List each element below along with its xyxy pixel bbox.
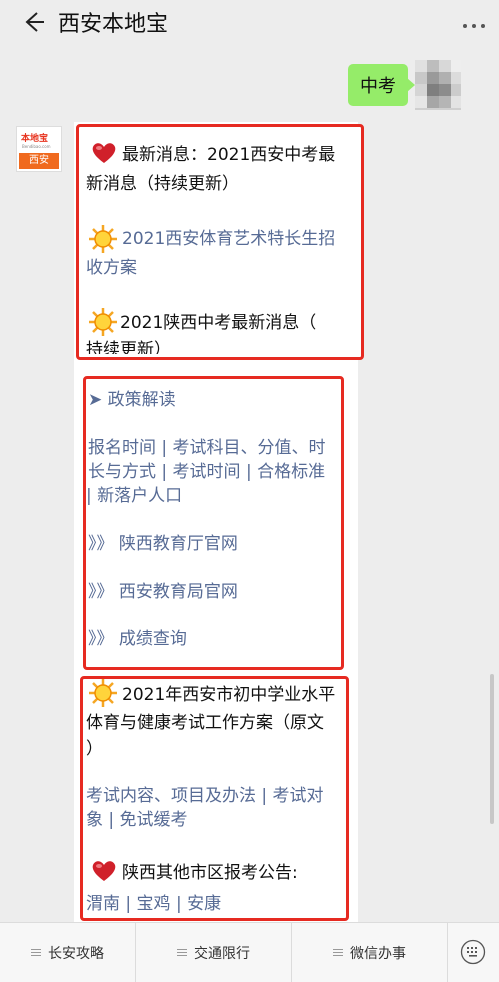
other-cities-links[interactable]: 渭南 | 宝鸡 | 安康 — [86, 892, 221, 916]
exam-plan-a[interactable]: 2021年西安市初中学业水平 — [122, 683, 335, 707]
page-title: 西安本地宝 — [58, 12, 169, 37]
shaanxi-news-a[interactable]: 2021陕西中考最新消息（ — [120, 311, 316, 335]
keyboard-icon[interactable] — [460, 939, 486, 965]
user-avatar — [415, 60, 461, 110]
bot-avatar: 本地宝 Bendibao.com 西安 — [16, 126, 62, 172]
more-dots-icon[interactable] — [463, 24, 485, 28]
policy-links-a[interactable]: 报名时间 | 考试科目、分值、时 — [88, 436, 326, 460]
art-sports-link-b[interactable]: 收方案 — [86, 256, 137, 280]
policy-box — [83, 376, 344, 670]
scrollbar[interactable] — [490, 674, 494, 824]
edu-bureau-link[interactable]: 》》 西安教育局官网 — [88, 580, 238, 604]
exam-content-links-b[interactable]: 象 | 免试缓考 — [86, 808, 188, 832]
heart-icon — [92, 861, 116, 881]
sun-icon — [89, 679, 117, 707]
news-line-1a[interactable]: 最新消息：2021西安中考最 — [122, 143, 335, 167]
exam-content-links-a[interactable]: 考试内容、项目及办法 | 考试对 — [86, 784, 324, 808]
user-message-bubble: 中考 — [348, 64, 415, 106]
menu-tab-traffic[interactable]: 交通限行 — [136, 923, 291, 982]
header: 西安本地宝 — [0, 0, 499, 44]
sun-icon — [89, 308, 117, 336]
policy-links-b[interactable]: 长与方式 | 考试时间 | 合格标准 — [88, 460, 325, 484]
policy-links-c[interactable]: | 新落户人口 — [86, 484, 182, 508]
art-sports-link-a[interactable]: 2021西安体育艺术特长生招 — [122, 227, 335, 251]
bottom-menu-bar: 长安攻略 交通限行 微信办事 — [0, 922, 499, 982]
sun-icon — [89, 225, 117, 253]
menu-icon — [31, 948, 41, 957]
exam-plan-b[interactable]: 体育与健康考试工作方案（原文 — [86, 711, 324, 735]
news-line-1b[interactable]: 新消息（持续更新） — [86, 172, 239, 196]
edu-dept-link[interactable]: 》》 陕西教育厅官网 — [88, 532, 238, 556]
menu-tab-guide[interactable]: 长安攻略 — [0, 923, 135, 982]
shaanxi-news-b[interactable]: 持续更新） — [86, 338, 171, 354]
back-arrow-icon[interactable] — [22, 10, 46, 34]
menu-icon — [177, 948, 187, 957]
heart-icon — [92, 143, 116, 163]
other-cities-title: 陕西其他市区报考公告: — [122, 863, 298, 883]
exam-plan-c[interactable]: ） — [86, 737, 103, 761]
score-query-link[interactable]: 》》 成绩查询 — [88, 627, 187, 651]
menu-tab-services[interactable]: 微信办事 — [292, 923, 447, 982]
policy-title[interactable]: ➤ 政策解读 — [88, 388, 176, 412]
menu-icon — [333, 948, 343, 957]
